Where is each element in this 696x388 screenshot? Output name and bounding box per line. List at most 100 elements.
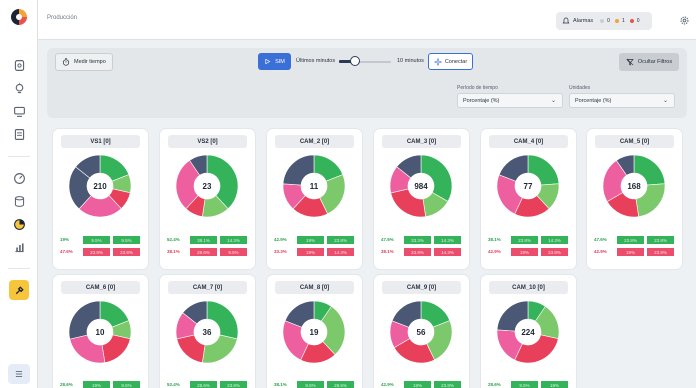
stat-percent: 19% — [60, 237, 70, 242]
filter-off-icon — [626, 58, 634, 66]
period-select[interactable]: Porcentaje (%) ⌄ — [457, 93, 563, 108]
machine-card[interactable]: CAM_4 [0] 77 38.1% 23.8% 14.3% 42.9% 19% 23.8% — [481, 129, 576, 269]
stat-percent: 42.9% — [488, 249, 501, 254]
bar-chart-icon[interactable] — [11, 239, 27, 255]
stat-chip: 19% — [404, 381, 431, 388]
stat-chip: 28.6% — [327, 381, 354, 388]
machine-card-title: CAM_8 [0] — [275, 281, 354, 294]
sim-button[interactable]: SIM — [258, 53, 291, 70]
stat-percent: 28.6% — [60, 382, 73, 387]
stat-chip: 23.8% — [647, 236, 674, 244]
last-minutes-label: Últimos minutos — [296, 58, 336, 64]
stat-percent: 47.6% — [594, 237, 607, 242]
minutes-slider-handle[interactable] — [350, 56, 360, 66]
hide-filters-button[interactable]: Ocultar Filtros — [619, 53, 679, 71]
stats-row-bad: 38.1% 28.6% 9.5% — [167, 248, 248, 257]
filter-panel: Medir tiempo SIM Últimos minutos 10 minu… — [47, 48, 687, 118]
connect-button[interactable]: Conectar — [428, 53, 473, 70]
stats-row-good: 38.1% 9.5% 28.6% — [274, 381, 355, 388]
stat-chip: 9.5% — [113, 236, 140, 244]
gauge-icon[interactable] — [11, 170, 27, 186]
stat-chip: 28.6% — [190, 248, 217, 256]
stat-chip: 14.3% — [541, 236, 568, 244]
app-logo[interactable] — [11, 9, 27, 25]
machine-card[interactable]: CAM_3 [0] 984 47.6% 33.3% 14.3% 38.1% 23.8% 14.… — [374, 129, 469, 269]
donut-center-value: 36 — [195, 320, 219, 344]
stat-chip: 9.5% — [297, 381, 324, 388]
period-select-value: Porcentaje (%) — [463, 97, 500, 104]
monitor-icon[interactable] — [11, 103, 27, 119]
machine-card[interactable]: CAM_6 [0] 10 28.6% 19% 9.5% — [53, 275, 148, 388]
menu-icon — [15, 371, 23, 377]
stat-chip: 23.8% — [83, 248, 110, 256]
donut-center-value: 984 — [409, 174, 433, 198]
machine-card[interactable]: CAM_7 [0] 36 52.4% 28.6% 23.8% — [160, 275, 255, 388]
hide-filters-label: Ocultar Filtros — [637, 59, 673, 65]
stats-row-bad: 42.9% 19% 23.8% — [488, 248, 569, 257]
stats-row-good: 47.6% 33.3% 14.3% — [381, 236, 462, 245]
stat-chip: 38.1% — [190, 236, 217, 244]
measure-time-button[interactable]: Medir tiempo — [55, 53, 113, 71]
machine-card[interactable]: CAM_9 [0] 56 42.9% 19% 23.8% — [374, 275, 469, 388]
stats-row-good: 19% 9.5% 9.5% — [60, 236, 141, 245]
stat-chip: 23.8% — [541, 248, 568, 256]
chevron-down-icon: ⌄ — [550, 98, 556, 104]
machine-card[interactable]: CAM_8 [0] 19 38.1% 9.5% 28.6% — [267, 275, 362, 388]
stat-chip: 14.3% — [327, 248, 354, 256]
machine-card[interactable]: VS1 [0] 210 19% 9.5% 9.5% 47.6% 23.8% 23.8% — [53, 129, 148, 269]
stat-chip: 23.8% — [327, 236, 354, 244]
stat-percent: 33.3% — [274, 249, 287, 254]
stat-chip: 19% — [541, 381, 568, 388]
alarm-dot-red — [629, 19, 634, 23]
sim-label: SIM — [275, 58, 285, 65]
machine-card[interactable]: CAM_2 [0] 11 42.9% 19% 23.8% 33.3% 19% 14.3% — [267, 129, 362, 269]
sidebar-divider — [8, 156, 30, 157]
stat-chip: 19% — [297, 248, 324, 256]
donut-center-value: 11 — [302, 174, 326, 198]
alarms-widget[interactable]: Alarmas 0 1 0 — [556, 12, 652, 30]
lightbulb-icon[interactable] — [11, 80, 27, 96]
machine-card[interactable]: CAM_5 [0] 168 47.6% 23.8% 23.8% 42.9% 19% 23.8% — [587, 129, 682, 269]
period-label: Período de tiempo — [457, 85, 498, 91]
machine-card-title: CAM_7 [0] — [168, 281, 247, 294]
machine-card-title: CAM_3 [0] — [382, 135, 461, 148]
stat-percent: 42.9% — [594, 249, 607, 254]
machine-card[interactable]: VS2 [0] 23 52.4% 38.1% 14.3% 38.1% 28.6% 9.5% — [160, 129, 255, 269]
measure-time-label: Medir tiempo — [74, 59, 106, 65]
units-select[interactable]: Porcentaje (%) ⌄ — [569, 93, 675, 108]
machine-card-title: CAM_10 [0] — [489, 281, 568, 294]
stat-percent: 42.9% — [381, 382, 394, 387]
donut-center-value: 10 — [88, 320, 112, 344]
stat-chip: 19% — [83, 381, 110, 388]
units-label: Unidades — [569, 85, 591, 91]
stat-chip: 23.8% — [617, 236, 644, 244]
tools-icon[interactable] — [9, 280, 29, 300]
machine-card-title: CAM_2 [0] — [275, 135, 354, 148]
sensor-icon[interactable] — [11, 57, 27, 73]
donut-center-value: 224 — [516, 320, 540, 344]
database-icon[interactable] — [11, 193, 27, 209]
stats-row-good: 28.6% 19% 9.5% — [60, 381, 141, 388]
pie-chart-icon[interactable] — [11, 216, 27, 232]
report-icon[interactable] — [11, 126, 27, 142]
stats-row-bad: 38.1% 23.8% 14.3% — [381, 248, 462, 257]
stat-percent: 42.9% — [274, 237, 287, 242]
stat-chip: 23.8% — [647, 248, 674, 256]
gear-icon[interactable] — [679, 15, 690, 26]
stats-row-good: 52.4% 28.6% 23.8% — [167, 381, 248, 388]
sidebar — [0, 0, 38, 388]
stat-chip: 9.5% — [511, 381, 538, 388]
donut-center-value: 168 — [622, 174, 646, 198]
connect-label: Conectar — [444, 58, 468, 65]
alarm-count: 0 — [607, 18, 610, 24]
stats-row-good: 28.6% 9.5% 19% — [488, 381, 569, 388]
sidebar-divider — [8, 268, 30, 269]
stat-chip: 23.8% — [511, 236, 538, 244]
donut-center-value: 56 — [409, 320, 433, 344]
stats-row-good: 42.9% 19% 23.8% — [274, 236, 355, 245]
collapse-sidebar-button[interactable] — [8, 364, 30, 384]
play-icon — [265, 58, 271, 65]
stat-chip: 23.8% — [220, 381, 247, 388]
machine-card[interactable]: CAM_10 [0] 224 28.6% 9.5% 19% — [481, 275, 576, 388]
top-bar: Producción Alarmas 0 1 0 CS — [38, 0, 696, 40]
